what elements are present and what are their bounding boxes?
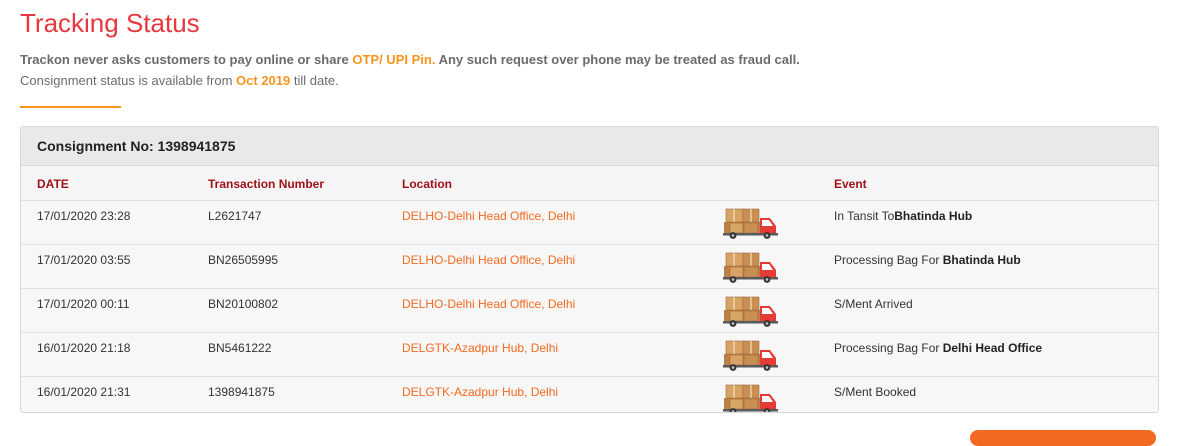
consignment-header: Consignment No: 1398941875 — [21, 127, 1158, 166]
availability-note: Consignment status is available from Oct… — [20, 73, 339, 88]
row-date: 16/01/2020 21:18 — [37, 341, 131, 355]
row-event: S/Ment Booked — [834, 385, 916, 399]
fraud-warning-highlight: OTP/ UPI Pin. — [352, 52, 436, 67]
page-title: Tracking Status — [20, 8, 200, 38]
fraud-warning-suffix: Any such request over phone may be treat… — [435, 52, 800, 67]
fraud-warning: Trackon never asks customers to pay onli… — [20, 52, 800, 67]
row-event-destination: Bhatinda Hub — [942, 253, 1021, 267]
availability-suffix: till date. — [290, 73, 339, 88]
row-date: 17/01/2020 23:28 — [37, 209, 131, 223]
row-transaction-number: 1398941875 — [208, 385, 275, 399]
row-event: S/Ment Arrived — [834, 297, 913, 311]
row-location-link[interactable]: DELGTK-Azadpur Hub, Delhi — [402, 385, 558, 399]
row-event-text: Processing Bag For — [834, 341, 943, 355]
row-transaction-number: BN20100802 — [208, 297, 279, 311]
row-date: 17/01/2020 00:11 — [37, 297, 130, 311]
table-row: 17/01/2020 23:28 L2621747 DELHO-Delhi Head… — [21, 201, 1158, 245]
title-underline — [20, 106, 121, 108]
header-transaction: Transaction Number — [208, 177, 325, 191]
row-location-link[interactable]: DELHO-Delhi Head Office, Delhi — [402, 297, 575, 311]
table-header-row: DATE Transaction Number Location Event — [21, 166, 1158, 201]
row-transaction-number: L2621747 — [208, 209, 262, 223]
availability-highlight: Oct 2019 — [236, 73, 291, 88]
row-event-text: S/Ment Booked — [834, 385, 917, 399]
header-date: DATE — [37, 177, 69, 191]
row-event: In Tansit ToBhatinda Hub — [834, 209, 972, 223]
row-location-link[interactable]: DELGTK-Azadpur Hub, Delhi — [402, 341, 558, 355]
table-row: 17/01/2020 00:11 BN20100802 DELHO-Delhi He… — [21, 289, 1158, 333]
fraud-warning-prefix: Trackon never asks customers to pay onli… — [20, 52, 353, 67]
row-event-destination: Bhatinda Hub — [894, 209, 973, 223]
row-transaction-number: BN5461222 — [208, 341, 272, 355]
row-date: 17/01/2020 03:55 — [37, 253, 131, 267]
table-row: 16/01/2020 21:31 1398941875 DELGTK-Azadpur… — [21, 377, 1158, 412]
availability-prefix: Consignment status is available from — [20, 73, 237, 88]
table-body: 17/01/2020 23:28 L2621747 DELHO-Delhi Head… — [21, 201, 1158, 412]
row-location-link[interactable]: DELHO-Delhi Head Office, Delhi — [402, 253, 575, 267]
row-location-link[interactable]: DELHO-Delhi Head Office, Delhi — [402, 209, 575, 223]
tracking-card: Consignment No: 1398941875 DATE Transact… — [20, 126, 1159, 413]
action-button[interactable] — [970, 430, 1156, 446]
header-location: Location — [402, 177, 452, 191]
table-row: 17/01/2020 03:55 BN26505995 DELHO-Delhi He… — [21, 245, 1158, 289]
row-event-text: S/Ment Arrived — [834, 297, 913, 311]
row-event: Processing Bag For Delhi Head Office — [834, 341, 1042, 355]
row-event: Processing Bag For Bhatinda Hub — [834, 253, 1021, 267]
row-event-text: Processing Bag For — [834, 253, 943, 267]
table-row: 16/01/2020 21:18 BN5461222 DELGTK-Azadpur … — [21, 333, 1158, 377]
row-transaction-number: BN26505995 — [208, 253, 279, 267]
header-event: Event — [834, 177, 867, 191]
row-event-destination: Delhi Head Office — [942, 341, 1043, 355]
row-event-text: In Tansit To — [834, 209, 895, 223]
row-date: 16/01/2020 21:31 — [37, 385, 131, 399]
